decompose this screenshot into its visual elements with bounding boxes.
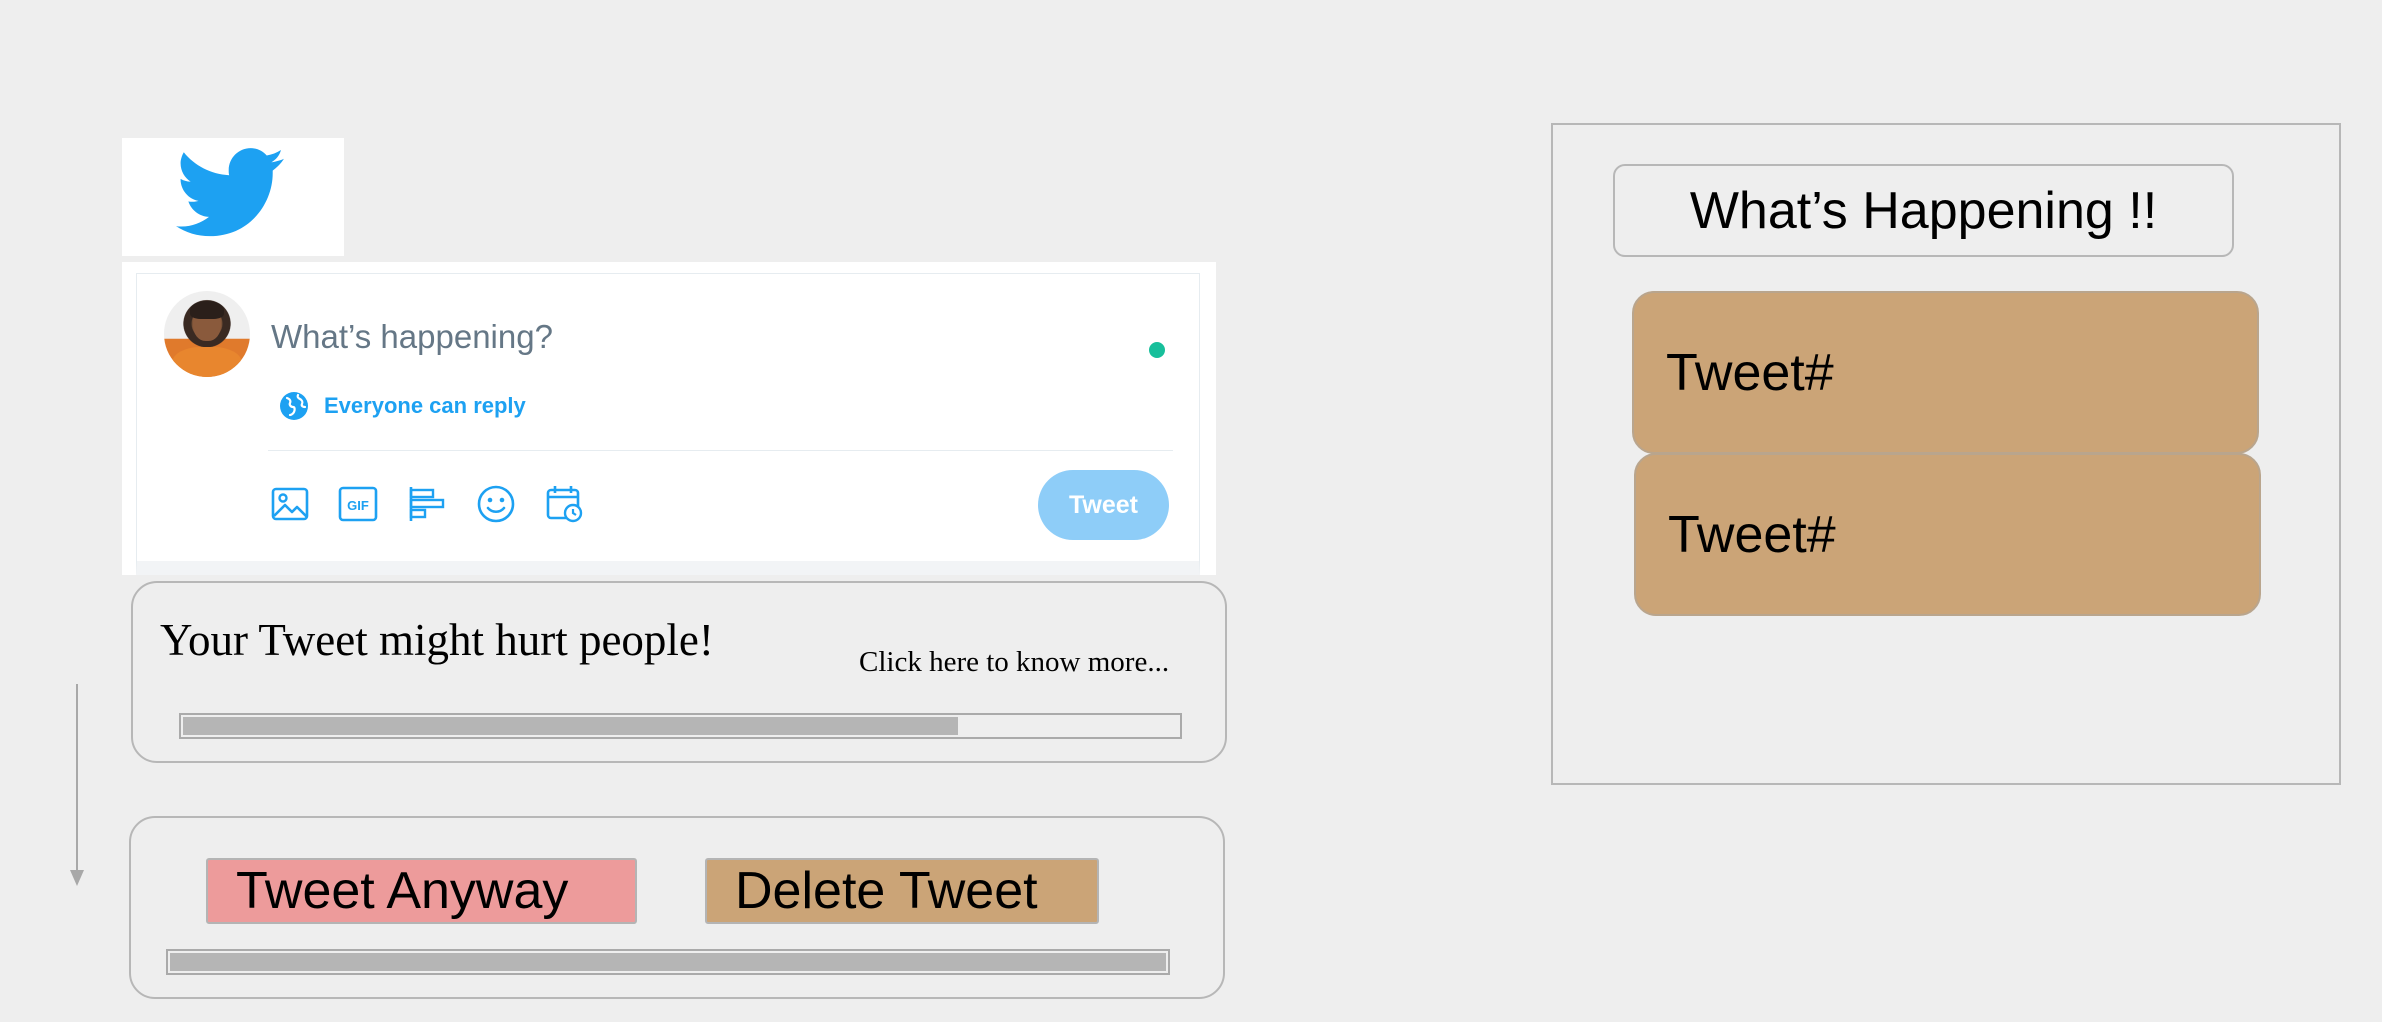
tweet-anyway-button[interactable]: Tweet Anyway [206,858,637,924]
arrow-down-icon [70,870,84,886]
warning-progress-bar [179,713,1182,739]
composer-divider [268,450,1173,451]
action-progress-bar [166,949,1170,975]
tweet-button[interactable]: Tweet [1038,470,1169,540]
warning-progress-fill [183,717,959,735]
tweet-card[interactable]: Tweet# [1632,291,2259,454]
delete-tweet-button[interactable]: Delete Tweet [705,858,1099,924]
schedule-icon[interactable] [545,484,585,524]
reply-setting-button[interactable]: Everyone can reply [278,390,526,422]
warning-message: Your Tweet might hurt people! [160,615,714,665]
tweet-card[interactable]: Tweet# [1634,453,2261,616]
globe-icon [280,392,308,420]
flow-arrow [76,684,78,874]
reply-setting-label: Everyone can reply [324,393,526,418]
feed-header: What’s Happening !! [1613,164,2234,257]
twitter-logo [122,138,344,256]
action-progress-fill [170,953,1166,971]
twitter-bird-icon [176,148,285,237]
gif-icon[interactable]: GIF [338,484,378,524]
tweet-input[interactable]: What’s happening? [271,315,553,359]
poll-icon[interactable] [407,484,447,524]
svg-text:GIF: GIF [347,498,369,513]
learn-more-link[interactable]: Click here to know more... [859,644,1169,680]
emoji-icon[interactable] [476,484,516,524]
status-dot [1149,342,1165,358]
avatar[interactable] [164,291,250,377]
image-icon[interactable] [270,484,310,524]
